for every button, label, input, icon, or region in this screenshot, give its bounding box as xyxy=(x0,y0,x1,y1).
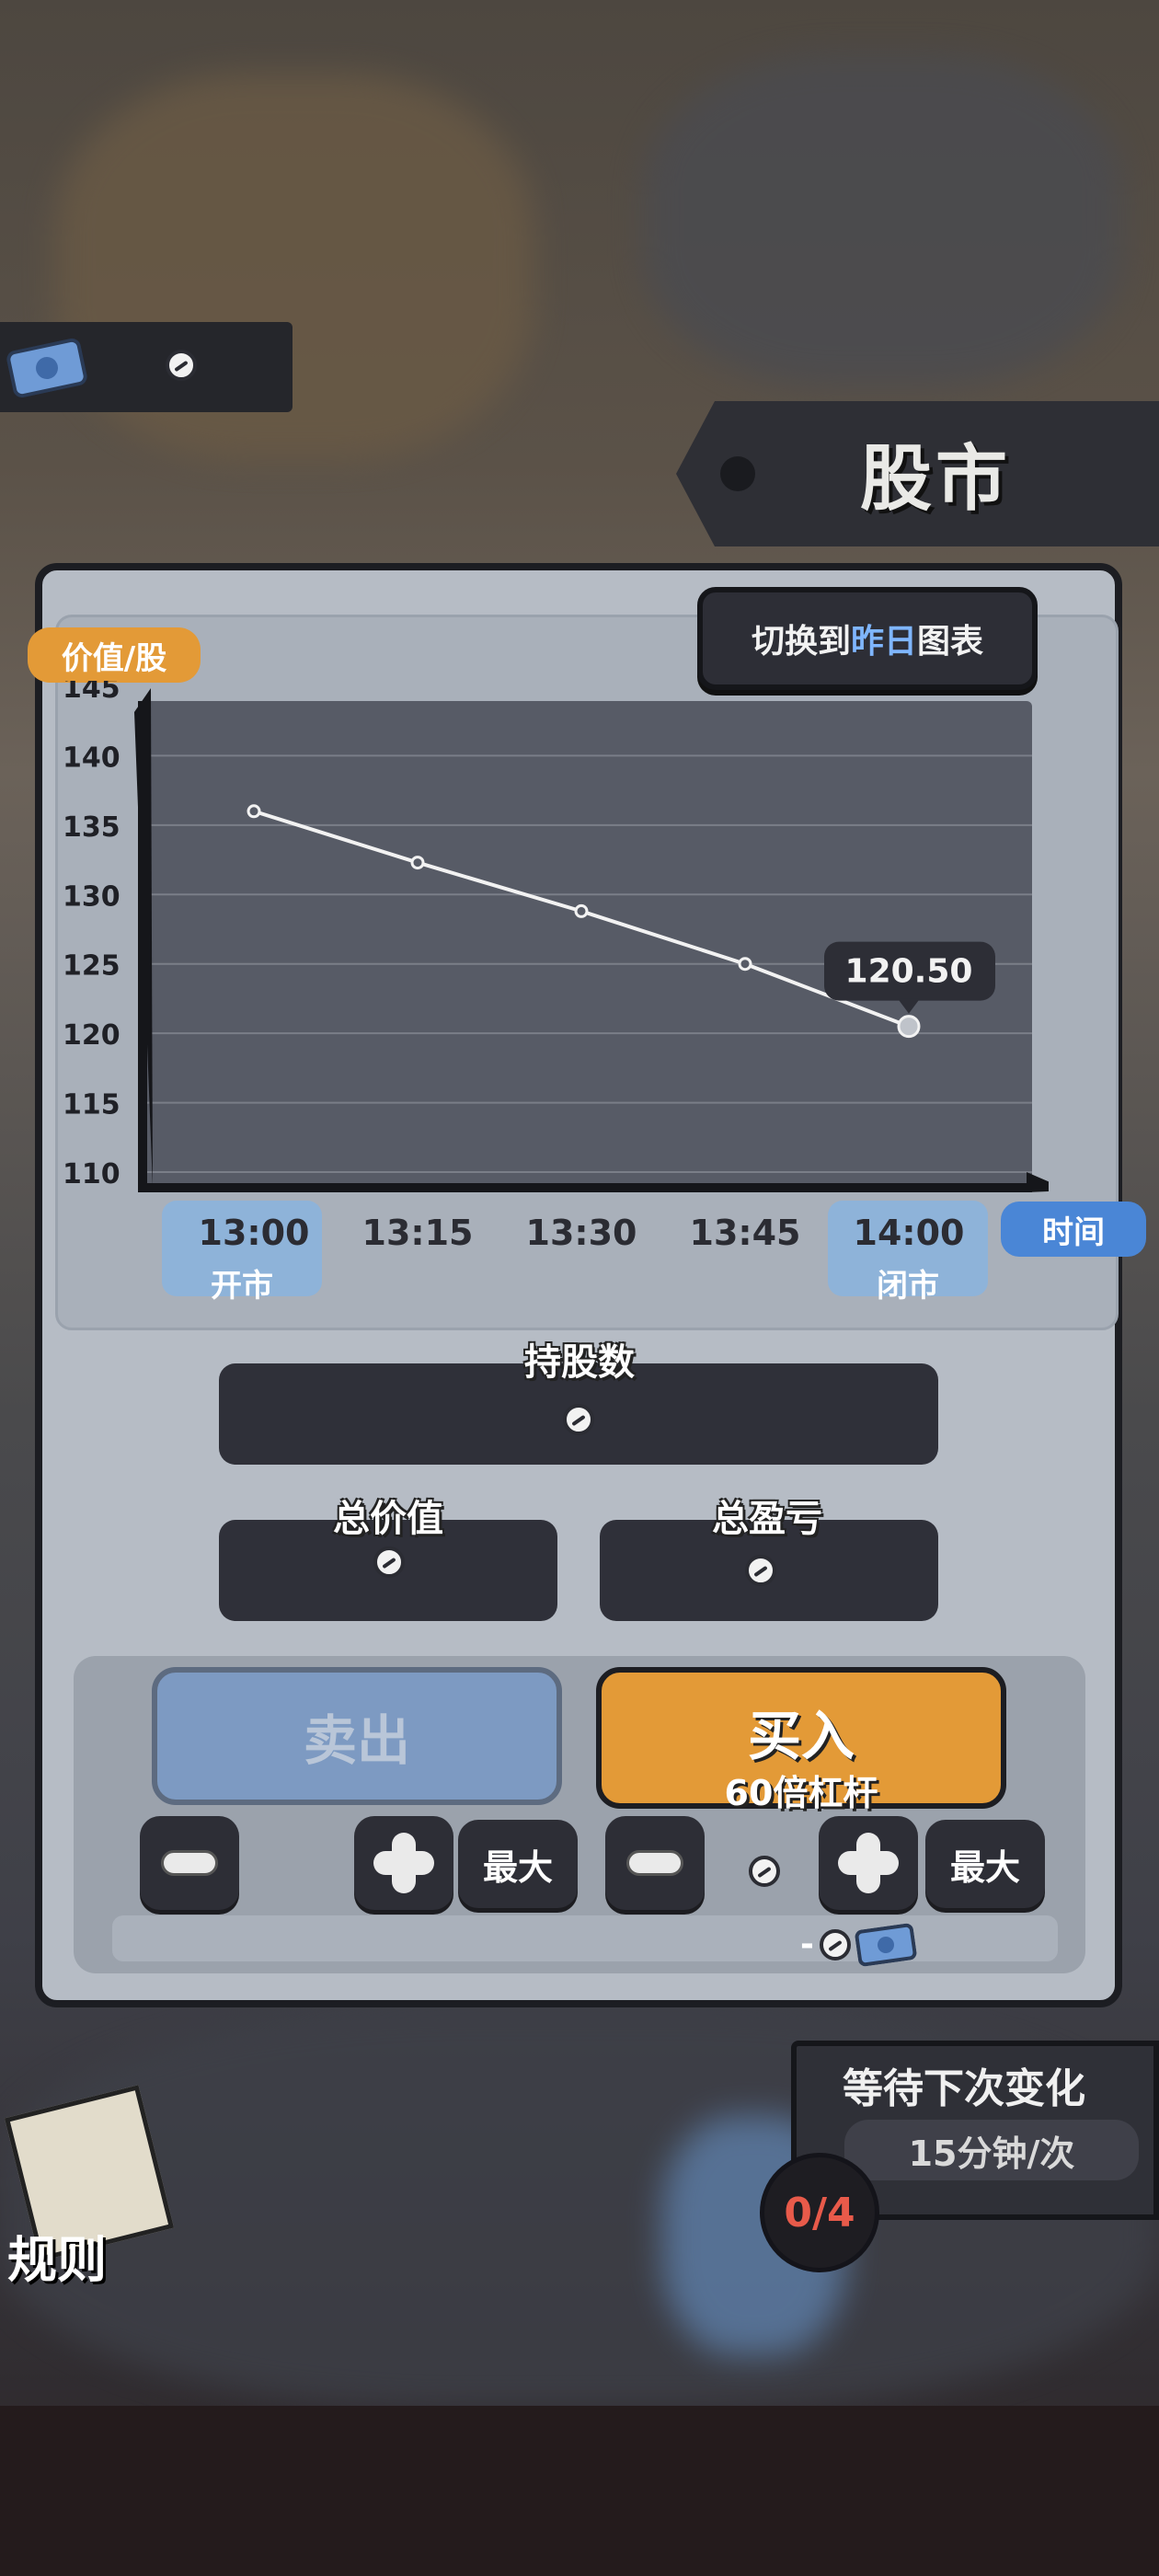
y-tick-label: 110 xyxy=(63,1158,120,1190)
total-value-label: 总价值 xyxy=(333,1498,443,1540)
total-pnl-zero xyxy=(745,1555,776,1586)
buy-max-button[interactable]: 最大 xyxy=(925,1820,1045,1908)
page-title-banner: 股市 xyxy=(676,401,1159,546)
data-point xyxy=(247,804,261,819)
y-tick-label: 120 xyxy=(63,1019,120,1052)
open-label: 开市 xyxy=(211,1268,273,1305)
data-point xyxy=(897,1015,921,1039)
switch-prefix: 切换到 xyxy=(751,623,851,661)
sell-plus-button[interactable] xyxy=(354,1816,453,1910)
switch-suffix: 图表 xyxy=(917,623,984,661)
rules-label: 规则 xyxy=(7,2231,107,2289)
currency-display xyxy=(0,322,293,412)
y-tick-label: 125 xyxy=(63,950,120,983)
page-title: 股市 xyxy=(860,438,1012,521)
x-tick-label: 13:00 xyxy=(198,1213,310,1253)
x-tick-label: 13:15 xyxy=(361,1213,474,1253)
x-axis-label: 时间 xyxy=(1001,1202,1146,1257)
x-tick-label: 14:00 xyxy=(853,1213,965,1253)
currency-value-zero xyxy=(166,350,197,381)
buy-plus-button[interactable] xyxy=(819,1816,918,1910)
x-tick-label: 13:30 xyxy=(525,1213,637,1253)
buy-cost: - xyxy=(800,1923,917,1966)
y-tick-label: 135 xyxy=(63,811,120,844)
ticket-icon xyxy=(855,1923,917,1966)
plus-icon xyxy=(838,1833,899,1893)
total-pnl-label: 总盈亏 xyxy=(712,1498,822,1540)
cost-zero xyxy=(819,1928,851,1961)
switch-chart-button[interactable]: 切换到 昨日 图表 xyxy=(697,587,1038,690)
close-label: 闭市 xyxy=(877,1268,939,1305)
x-tick-label: 13:45 xyxy=(689,1213,801,1253)
data-point xyxy=(574,903,589,918)
switch-highlight: 昨日 xyxy=(850,623,917,661)
plus-icon xyxy=(373,1833,434,1893)
ticket-icon xyxy=(6,338,87,398)
y-tick-label: 140 xyxy=(63,742,120,774)
data-point xyxy=(410,856,425,870)
leverage-label: 60倍杠杆 xyxy=(724,1773,878,1813)
minus-icon xyxy=(161,1850,218,1876)
buy-quantity-zero xyxy=(749,1856,780,1887)
minus-icon xyxy=(626,1850,683,1876)
sell-max-button[interactable]: 最大 xyxy=(458,1820,578,1908)
shares-label: 持股数 xyxy=(524,1341,635,1384)
sell-button[interactable]: 卖出 xyxy=(152,1667,562,1805)
banner-dot xyxy=(720,456,755,491)
x-axis-arrow xyxy=(1027,1172,1049,1192)
y-axis-label: 价值/股 xyxy=(28,627,201,683)
total-value-zero xyxy=(373,1547,405,1578)
y-tick-label: 130 xyxy=(63,880,120,913)
buy-label: 买入 xyxy=(747,1705,855,1767)
wait-title: 等待下次变化 xyxy=(843,2065,1085,2112)
bottom-nav-bar xyxy=(0,2406,1159,2576)
price-callout-label: 120.50 xyxy=(845,953,973,991)
shares-value-zero xyxy=(563,1404,594,1435)
data-point xyxy=(738,957,752,972)
x-axis-line xyxy=(138,1183,1032,1192)
wait-interval: 15分钟/次 xyxy=(844,2120,1139,2180)
sell-minus-button[interactable] xyxy=(140,1816,239,1910)
y-tick-label: 145 xyxy=(63,681,120,705)
cost-prefix: - xyxy=(800,1926,814,1963)
change-counter: 0/4 xyxy=(760,2153,879,2272)
y-tick-label: 115 xyxy=(63,1089,120,1121)
y-axis-line xyxy=(138,701,147,1190)
rules-button[interactable]: 规则 xyxy=(0,2081,202,2289)
price-line-chart: 145 140 135 130 125 120 115 110 120.50 xyxy=(63,681,1049,1192)
buy-button[interactable]: 买入 60倍杠杆 xyxy=(596,1667,1006,1813)
buy-minus-button[interactable] xyxy=(605,1816,705,1910)
